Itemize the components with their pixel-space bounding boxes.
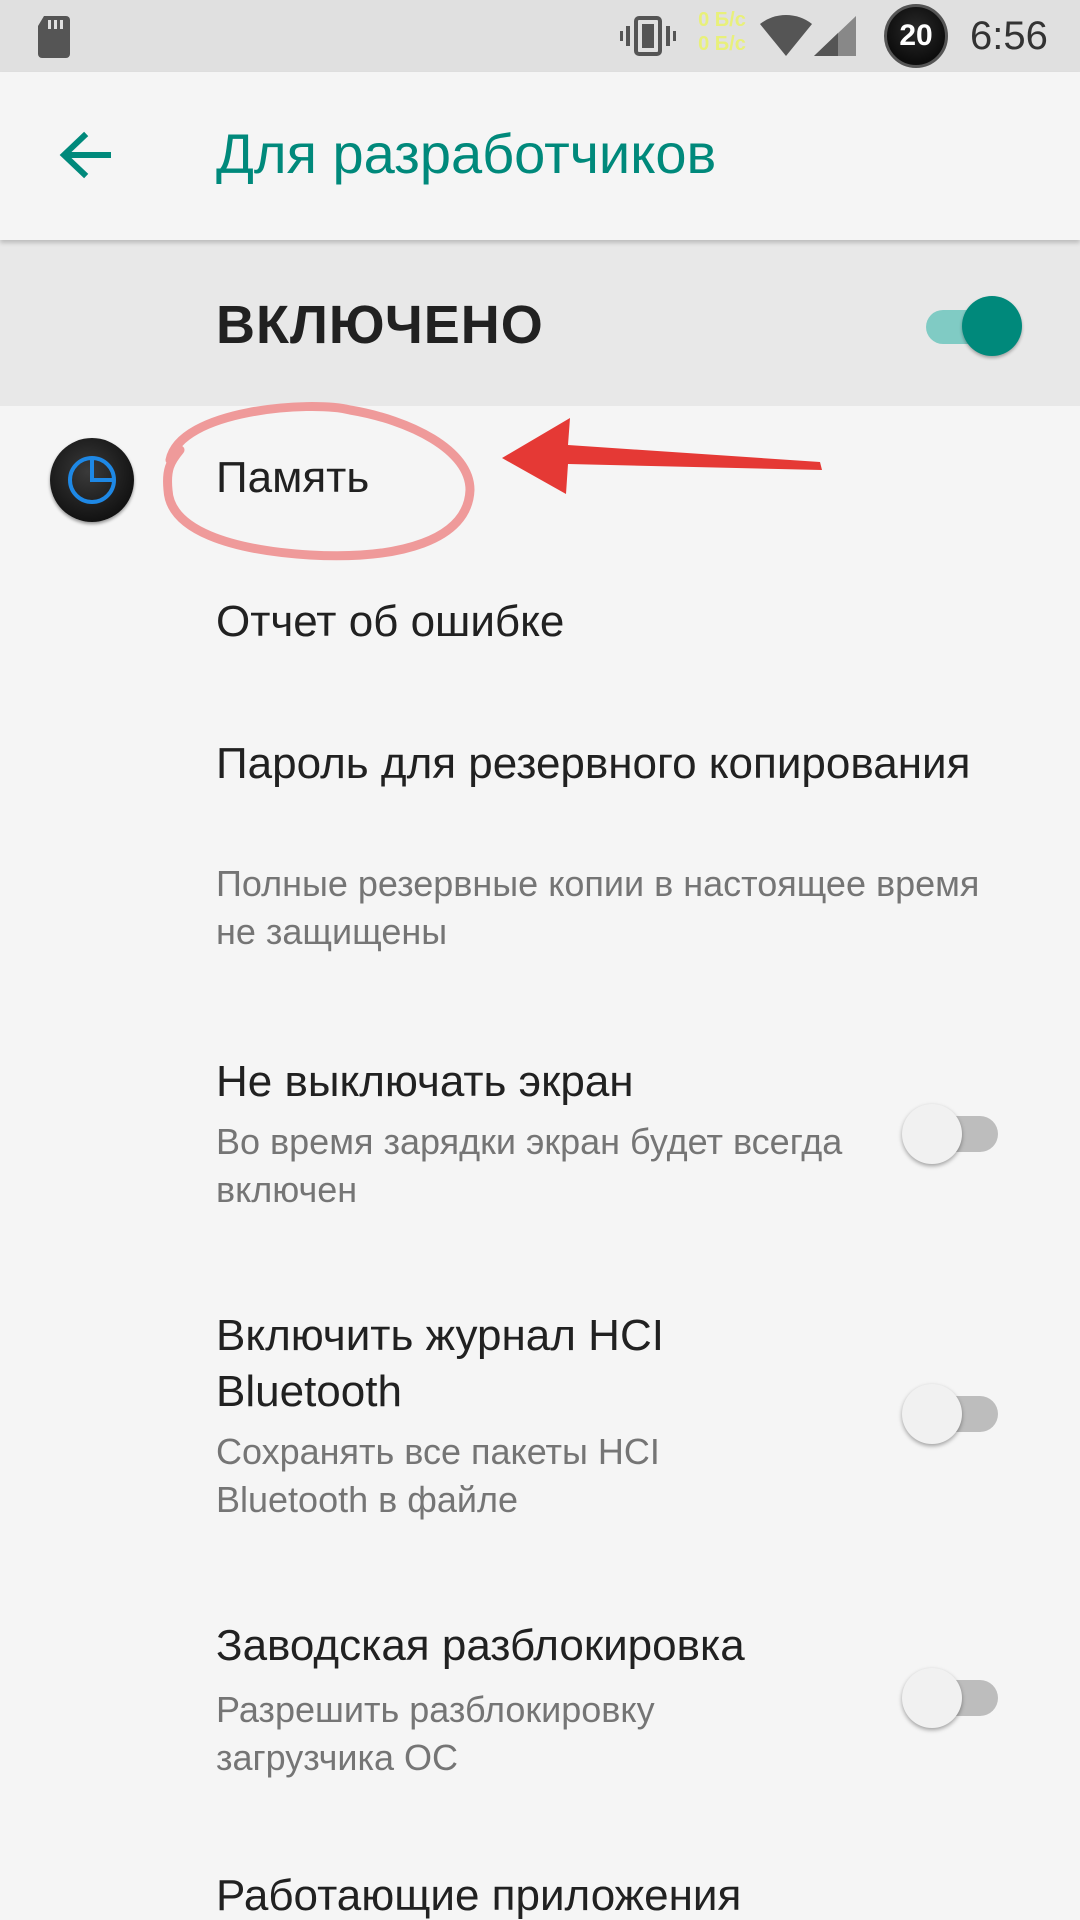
page-title: Для разработчиков bbox=[216, 122, 717, 185]
oem-unlock-toggle[interactable] bbox=[900, 1666, 1000, 1730]
stay-awake-toggle[interactable] bbox=[900, 1102, 1000, 1166]
item-title: Пароль для резервного копирования bbox=[216, 739, 971, 788]
item-subtitle: Разрешить разблокировку загрузчика ОС bbox=[216, 1689, 655, 1778]
vibrate-icon bbox=[620, 16, 676, 56]
sd-card-icon bbox=[38, 16, 70, 58]
item-subtitle: Сохранять все пакеты HCI Bluetooth в фай… bbox=[216, 1431, 660, 1520]
network-speed: 0 Б/с 0 Б/с bbox=[690, 8, 754, 56]
master-switch-label: ВКЛЮЧЕНО bbox=[216, 295, 544, 355]
list-item-stay-awake[interactable]: Не выключать экран Во время зарядки экра… bbox=[0, 1040, 1080, 1240]
list-item-bug-report[interactable]: Отчет об ошибке bbox=[0, 560, 1080, 684]
list-item-oem-unlock[interactable]: Заводская разблокировка Разрешить разбло… bbox=[0, 1610, 1080, 1810]
item-title: Не выключать экран bbox=[216, 1057, 634, 1106]
speed-down: 0 Б/с bbox=[698, 33, 746, 55]
item-subtitle: Во время зарядки экран будет всегда вклю… bbox=[216, 1121, 843, 1210]
item-title: Память bbox=[216, 453, 370, 502]
signal-icon bbox=[814, 16, 856, 56]
master-toggle[interactable] bbox=[926, 292, 1022, 356]
toggle-thumb bbox=[902, 1384, 962, 1444]
item-title: Отчет об ошибке bbox=[216, 597, 565, 646]
item-title: Включить журнал HCI Bluetooth bbox=[216, 1311, 664, 1416]
hci-bluetooth-toggle[interactable] bbox=[900, 1382, 1000, 1446]
app-bar: Для разработчиков bbox=[0, 72, 1080, 240]
item-title: Заводская разблокировка bbox=[216, 1621, 745, 1670]
clock: 6:56 bbox=[970, 14, 1048, 58]
toggle-thumb bbox=[902, 1668, 962, 1728]
status-bar: 0 Б/с 0 Б/с 20 6:56 bbox=[0, 0, 1080, 72]
arrow-left-icon[interactable] bbox=[58, 128, 112, 182]
master-switch-row[interactable]: ВКЛЮЧЕНО bbox=[0, 240, 1080, 406]
wifi-icon bbox=[760, 14, 812, 57]
item-title: Работающие приложения bbox=[216, 1871, 742, 1920]
speed-up: 0 Б/с bbox=[698, 9, 746, 31]
toggle-thumb bbox=[902, 1104, 962, 1164]
list-item-memory[interactable]: Память bbox=[0, 420, 1080, 540]
list-item-hci-bluetooth[interactable]: Включить журнал HCI Bluetooth Сохранять … bbox=[0, 1300, 1080, 1540]
list-item-running-apps[interactable]: Работающие приложения bbox=[0, 1868, 1080, 1920]
item-subtitle: Полные резервные копии в настоящее время… bbox=[216, 863, 980, 952]
notification-badge: 20 bbox=[884, 4, 948, 68]
list-item-backup-password[interactable]: Пароль для резервного копирования Полные… bbox=[0, 720, 1080, 970]
toggle-thumb bbox=[962, 296, 1022, 356]
